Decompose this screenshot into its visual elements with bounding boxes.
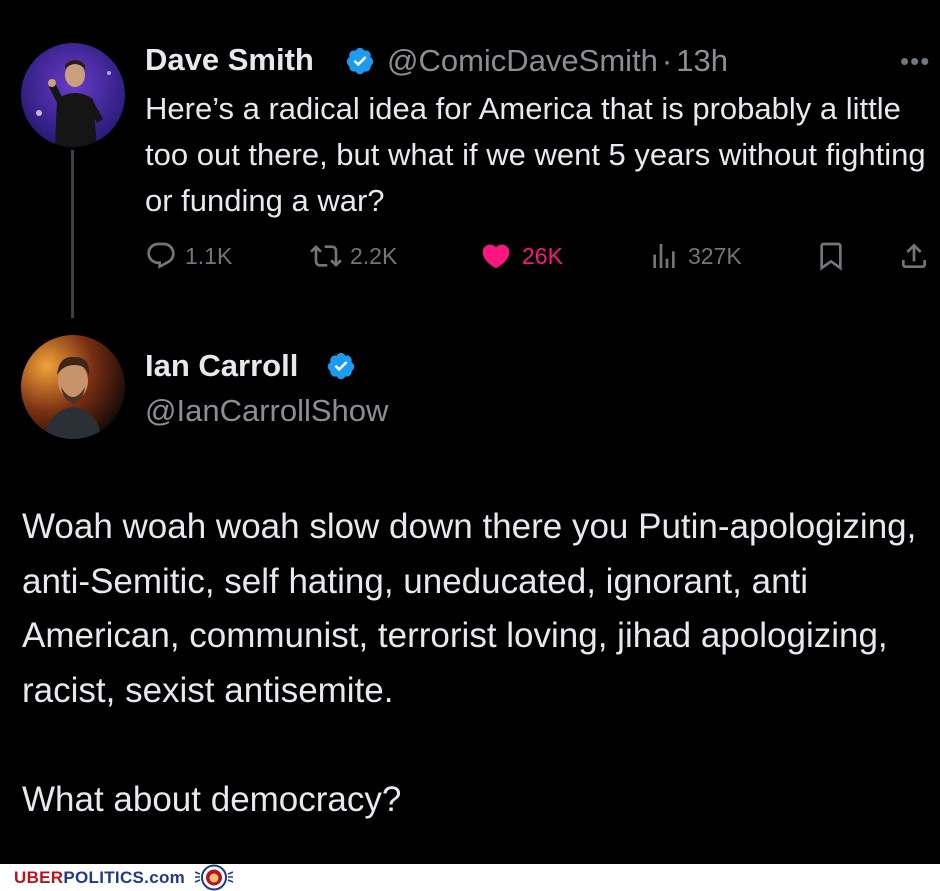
- separator-dot: ·: [661, 43, 673, 78]
- views-icon: [653, 244, 675, 268]
- tweet-text: Woah woah woah slow down there you Putin…: [22, 500, 922, 882]
- share-button[interactable]: [898, 240, 930, 272]
- share-icon: [902, 243, 926, 268]
- author-handle[interactable]: @ComicDaveSmith · 13h: [387, 43, 728, 79]
- reply-icon: [147, 242, 175, 269]
- thread-line: [71, 150, 74, 318]
- repost-icon: [310, 245, 342, 267]
- lion-logo-icon: [194, 864, 234, 891]
- verified-badge-icon: [346, 47, 374, 75]
- bookmark-button[interactable]: [815, 240, 847, 272]
- more-icon[interactable]: •••: [900, 46, 930, 77]
- heart-icon: [482, 244, 510, 269]
- tweet-actions: 1.1K 2.2K 26K 327K: [0, 238, 940, 278]
- author-handle[interactable]: @IanCarrollShow: [145, 393, 388, 429]
- verified-badge-icon: [327, 352, 355, 380]
- author-name[interactable]: Dave Smith: [145, 42, 314, 78]
- brand-part1: UBER: [14, 868, 64, 887]
- reply-button[interactable]: 1.1K: [145, 240, 232, 272]
- repost-count: 2.2K: [350, 242, 398, 269]
- avatar-image: [21, 335, 125, 439]
- views-count: 327K: [688, 242, 742, 269]
- timestamp[interactable]: 13h: [676, 43, 728, 78]
- author-name[interactable]: Ian Carroll: [145, 348, 298, 384]
- avatar-ian-carroll[interactable]: [21, 335, 125, 439]
- brand-part2: POLITICS.com: [63, 868, 186, 887]
- tweet-paragraph: Woah woah woah slow down there you Putin…: [22, 507, 917, 710]
- watermark-bar: UBERPOLITICS.com: [0, 864, 940, 891]
- bookmark-icon: [820, 242, 842, 271]
- views-button[interactable]: 327K: [648, 240, 742, 272]
- avatar-image: [21, 43, 125, 147]
- tweet-paragraph: What about democracy?: [22, 779, 402, 819]
- like-count: 26K: [522, 242, 563, 269]
- repost-button[interactable]: 2.2K: [310, 240, 397, 272]
- tweet-text: Here’s a radical idea for America that i…: [145, 91, 926, 218]
- reply-count: 1.1K: [185, 242, 233, 269]
- like-button[interactable]: 26K: [478, 240, 563, 272]
- handle-text: @ComicDaveSmith: [387, 43, 658, 78]
- avatar-dave-smith[interactable]: [21, 43, 125, 147]
- watermark-brand: UBERPOLITICS.com: [14, 868, 185, 888]
